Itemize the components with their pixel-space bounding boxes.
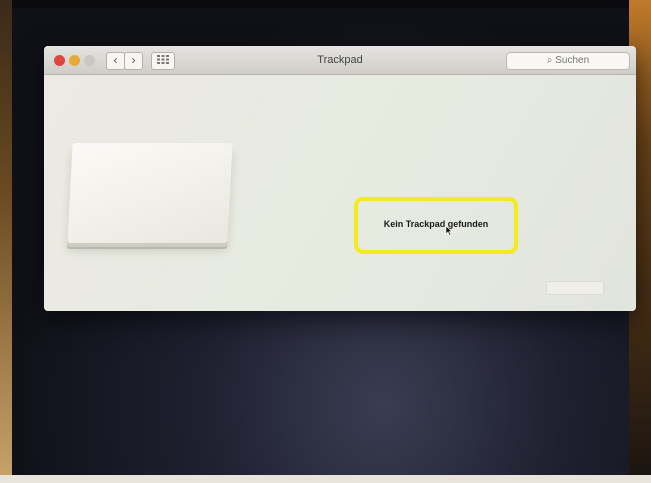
- photo-frame-bottom: [0, 475, 651, 483]
- disabled-button: [546, 281, 604, 295]
- title-bar: ‹ › Trackpad ⌕ Suchen: [44, 46, 636, 75]
- search-icon: ⌕: [546, 55, 553, 66]
- mouse-cursor-icon: [445, 226, 453, 236]
- highlight-box: Kein Trackpad gefunden: [354, 197, 518, 254]
- photo: ‹ › Trackpad ⌕ Suchen Kein Trackpad gefu…: [0, 0, 651, 483]
- trackpad-illustration: [67, 143, 233, 243]
- system-preferences-window: ‹ › Trackpad ⌕ Suchen Kein Trackpad gefu…: [44, 46, 636, 311]
- search-field[interactable]: ⌕ Suchen: [506, 52, 630, 70]
- pane-content: Kein Trackpad gefunden: [44, 75, 636, 311]
- search-placeholder: Suchen: [555, 55, 590, 66]
- no-trackpad-message: Kein Trackpad gefunden: [383, 219, 489, 229]
- photo-frame-left: [0, 0, 12, 483]
